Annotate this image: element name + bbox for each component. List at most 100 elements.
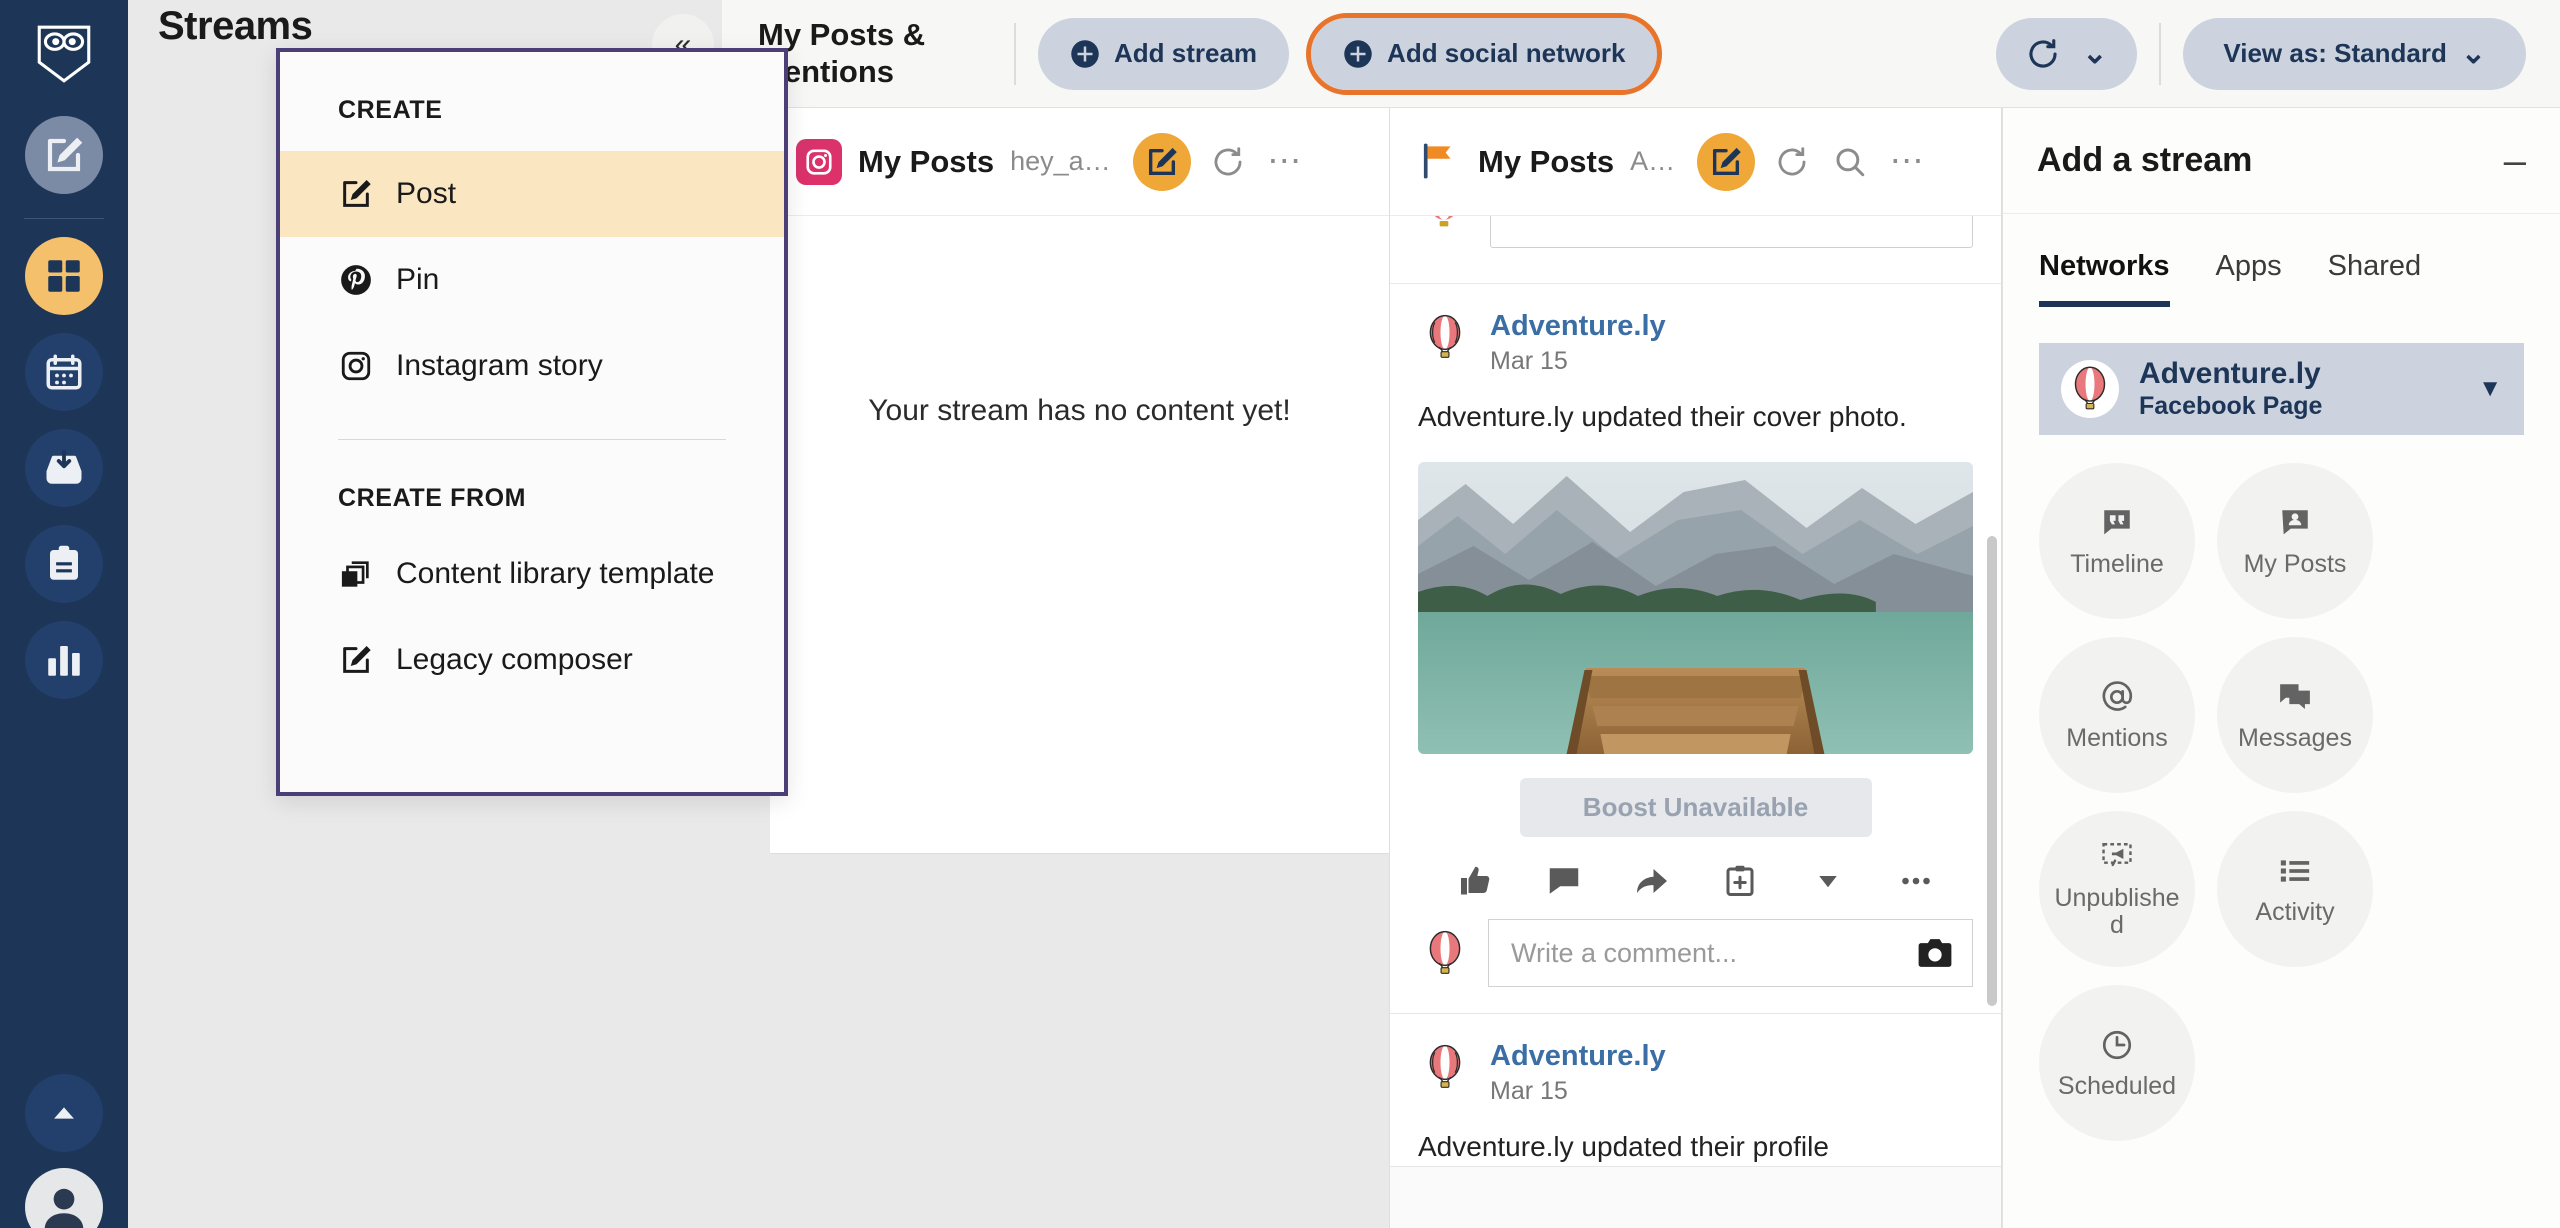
avatar bbox=[2061, 360, 2119, 418]
post-text: Adventure.ly updated their cover photo. bbox=[1418, 401, 1907, 433]
post-card: Adventure.ly Mar 15 Adventure.ly updated… bbox=[1390, 284, 2001, 1015]
option-label: Activity bbox=[2255, 897, 2335, 926]
sidebar-item-inbox[interactable] bbox=[25, 429, 103, 507]
post-actions bbox=[1418, 837, 1973, 919]
avatar bbox=[1418, 1040, 1472, 1095]
boost-bar: Boost Unavailable bbox=[1418, 778, 1973, 838]
avatar bbox=[1418, 926, 1472, 981]
panel-header: Add a stream – bbox=[2003, 108, 2560, 214]
sidebar-item-expand[interactable] bbox=[25, 1074, 103, 1152]
refresh-caret-icon: ⌄ bbox=[2082, 37, 2108, 70]
refresh-button[interactable]: ⌄ bbox=[1996, 17, 2138, 90]
account-info: Adventure.ly Facebook Page bbox=[2139, 357, 2322, 421]
stream-account: hey_a… bbox=[1010, 146, 1111, 176]
post-author[interactable]: Adventure.ly bbox=[1490, 310, 1666, 343]
sidebar-item-planner[interactable] bbox=[25, 333, 103, 411]
stream-more-button[interactable]: ⋯ bbox=[1265, 141, 1307, 183]
share-icon[interactable] bbox=[1632, 861, 1672, 901]
instagram-icon bbox=[796, 138, 842, 185]
quote-timeline-icon bbox=[2099, 505, 2135, 541]
add-stream-button[interactable]: Add stream bbox=[1038, 17, 1290, 90]
comment-input-wrapper[interactable] bbox=[1488, 919, 1973, 988]
stream-title: My Posts bbox=[858, 143, 995, 179]
add-social-network-label: Add social network bbox=[1387, 38, 1626, 68]
account-type: Facebook Page bbox=[2139, 392, 2323, 420]
stream-compose-button[interactable] bbox=[1697, 132, 1756, 191]
stream-more-button[interactable]: ⋯ bbox=[1887, 141, 1929, 183]
stream-refresh-button[interactable] bbox=[1207, 141, 1249, 183]
post-meta: Adventure.ly Mar 15 bbox=[1490, 310, 1666, 376]
stream-body: Your stream has no content yet! bbox=[770, 216, 1389, 1228]
view-as-button[interactable]: View as: Standard ⌄ bbox=[2183, 17, 2526, 90]
create-menu-label: Content library template bbox=[396, 557, 715, 590]
chevron-down-icon[interactable] bbox=[1808, 861, 1848, 901]
stream-option-messages[interactable]: Messages bbox=[2217, 637, 2373, 793]
stream-account: A… bbox=[1630, 146, 1676, 176]
sidebar-item-content[interactable] bbox=[25, 525, 103, 603]
boost-unavailable-button[interactable]: Boost Unavailable bbox=[1519, 778, 1872, 838]
tab-shared[interactable]: Shared bbox=[2328, 250, 2422, 307]
tab-apps[interactable]: Apps bbox=[2216, 250, 2282, 307]
post-media-image[interactable] bbox=[1418, 462, 1973, 755]
post-date: Mar 15 bbox=[1490, 347, 1568, 376]
comment-icon[interactable] bbox=[1544, 861, 1584, 901]
chevron-down-icon[interactable]: ▼ bbox=[2478, 375, 2502, 403]
plus-circle-icon bbox=[1343, 39, 1373, 69]
toolbar-divider bbox=[1014, 22, 1016, 85]
create-menu-item-content-library-template[interactable]: Content library template bbox=[280, 531, 784, 617]
stream-refresh-button[interactable] bbox=[1771, 141, 1813, 183]
create-from-section-heading: CREATE FROM bbox=[338, 484, 527, 512]
create-menu-item-instagram-story[interactable]: Instagram story bbox=[280, 323, 784, 409]
page-title: Streams bbox=[158, 3, 313, 48]
create-menu-item-legacy-composer[interactable]: Legacy composer bbox=[280, 617, 784, 703]
sidebar-item-compose[interactable] bbox=[25, 116, 103, 194]
stream-option-timeline[interactable]: Timeline bbox=[2039, 463, 2195, 619]
toolbar-right-group: ⌄ View as: Standard ⌄ bbox=[1970, 17, 2560, 90]
option-label: Unpublished bbox=[2054, 884, 2180, 939]
stream-option-scheduled[interactable]: Scheduled bbox=[2039, 985, 2195, 1141]
search-icon[interactable] bbox=[1829, 141, 1871, 183]
stream-scrollbar[interactable] bbox=[1987, 536, 1997, 1006]
account-selector[interactable]: Adventure.ly Facebook Page ▼ bbox=[2039, 343, 2524, 435]
minimize-icon[interactable]: – bbox=[2504, 141, 2526, 181]
activity-list-icon bbox=[2277, 853, 2313, 889]
partial-post-card bbox=[1390, 216, 2001, 284]
compose-square-pencil-icon bbox=[338, 176, 374, 212]
comment-input-partial[interactable] bbox=[1490, 216, 1973, 248]
camera-icon[interactable] bbox=[1916, 936, 1954, 970]
stream-option-my-posts[interactable]: My Posts bbox=[2217, 463, 2373, 619]
post-author[interactable]: Adventure.ly bbox=[1490, 1040, 1666, 1073]
stream-compose-button[interactable] bbox=[1132, 132, 1191, 191]
tab-networks[interactable]: Networks bbox=[2039, 250, 2170, 307]
option-label: Scheduled bbox=[2057, 1071, 2177, 1100]
account-name: Adventure.ly bbox=[2139, 357, 2321, 390]
option-label: Mentions bbox=[2066, 723, 2168, 752]
post-card: Adventure.ly Mar 15 Adventure.ly updated… bbox=[1390, 1014, 2001, 1168]
stream-option-mentions[interactable]: Mentions bbox=[2039, 637, 2195, 793]
add-social-network-button[interactable]: Add social network bbox=[1306, 12, 1663, 95]
sidebar-item-analytics[interactable] bbox=[25, 621, 103, 699]
hootsuite-owl-logo[interactable] bbox=[28, 18, 100, 90]
post-date: Mar 15 bbox=[1490, 1077, 1568, 1106]
more-horizontal-icon[interactable] bbox=[1896, 861, 1936, 901]
messages-icon bbox=[2277, 679, 2313, 715]
avatar[interactable] bbox=[25, 1168, 103, 1228]
sidebar-item-streams[interactable] bbox=[25, 237, 103, 315]
stream-option-activity[interactable]: Activity bbox=[2217, 811, 2373, 967]
post-header: Adventure.ly Mar 15 bbox=[1418, 1040, 1973, 1106]
option-label: Messages bbox=[2238, 723, 2352, 752]
create-menu-item-pin[interactable]: Pin bbox=[280, 237, 784, 323]
comment-input[interactable] bbox=[1511, 937, 1904, 969]
create-section-heading: CREATE bbox=[338, 96, 443, 124]
create-menu-label: Legacy composer bbox=[396, 643, 633, 676]
toolbar-divider bbox=[2159, 22, 2162, 85]
refresh-icon bbox=[2026, 37, 2060, 71]
stream-option-unpublished[interactable]: Unpublished bbox=[2039, 811, 2195, 967]
like-icon[interactable] bbox=[1456, 861, 1496, 901]
clock-scheduled-icon bbox=[2099, 1027, 2135, 1063]
save-to-clipboard-icon[interactable] bbox=[1720, 861, 1760, 901]
create-menu-item-post[interactable]: Post bbox=[280, 151, 784, 237]
facebook-page-flag-icon bbox=[1416, 139, 1462, 185]
